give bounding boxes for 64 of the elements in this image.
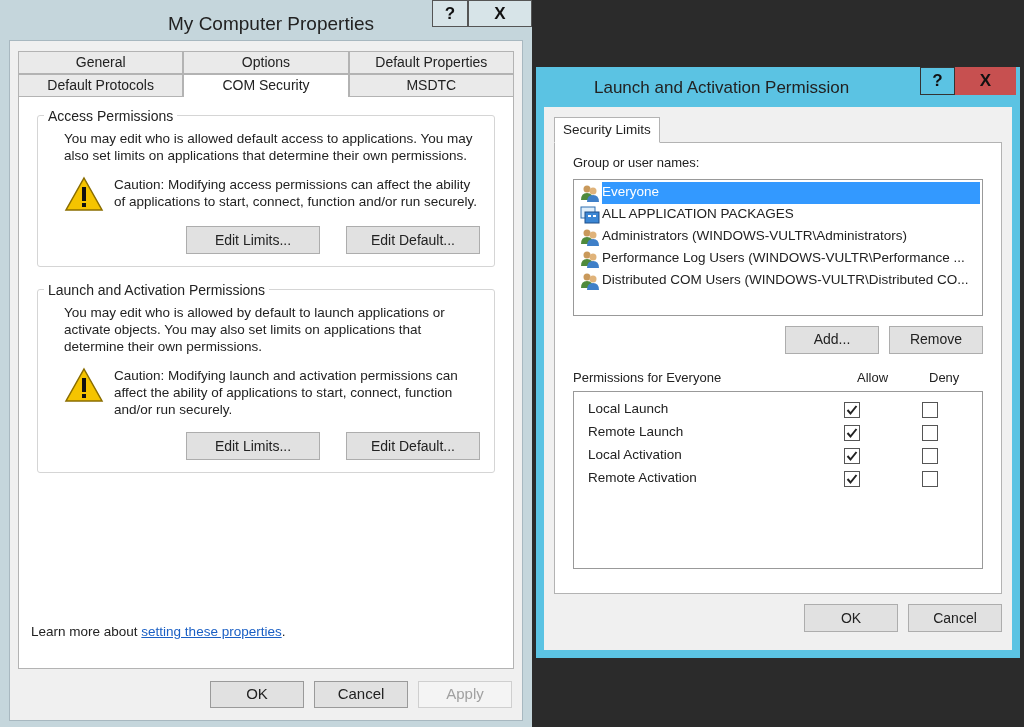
user-name: Distributed COM Users (WINDOWS-VULTR\Distributed CO... (602, 271, 970, 290)
users-icon (580, 249, 600, 268)
close-button[interactable]: X (468, 0, 532, 27)
checkbox[interactable] (844, 447, 860, 464)
user-item[interactable]: Administrators (WINDOWS-VULTR\Administrators) (576, 225, 980, 248)
edit-limits-button[interactable]: Edit Limits... (186, 432, 320, 460)
description-text: You may edit who is allowed by default to launch applications or activate objects. You may also set limits on applications that determine their own permissions. (63, 304, 446, 355)
caution-text: Caution: Modifying access permissions can affect the ability of applications to start, connect, function and/or run securely. (114, 176, 478, 210)
column-header: Deny (929, 368, 961, 387)
cancel-button[interactable]: Cancel (314, 681, 408, 708)
edit-limits-button[interactable]: Edit Limits... (186, 226, 320, 254)
remove-button[interactable]: Remove (889, 325, 983, 354)
checkbox[interactable] (922, 401, 938, 418)
permission-name: Local Launch (588, 400, 670, 419)
users-icon (580, 227, 600, 246)
user-item[interactable]: Distributed COM Users (WINDOWS-VULTR\Distributed CO... (576, 269, 980, 292)
column-header: Allow (857, 368, 890, 387)
users-icon (580, 183, 600, 202)
help-button[interactable]: ? (432, 0, 468, 27)
packages-icon (580, 205, 600, 224)
tab[interactable]: COM Security (183, 74, 349, 97)
checkbox[interactable] (844, 424, 860, 441)
permissions-label: Permissions for Everyone (573, 368, 723, 387)
help-button[interactable]: ? (920, 67, 955, 95)
warning-icon (64, 176, 104, 212)
tab[interactable]: Default Properties (348, 51, 514, 74)
warning-icon (64, 367, 104, 403)
description-text: You may edit who is allowed default access to applications. You may also set limits on applications that determine their own permissions. (63, 130, 474, 164)
caution-text: Caution: Modifying launch and activation permissions can affect the ability of applications to start, connect, function and/or run securely. (114, 367, 459, 418)
cancel-button[interactable]: Cancel (908, 604, 1002, 632)
tab[interactable]: Default Protocols (18, 74, 184, 97)
tab[interactable]: Security Limits (554, 117, 660, 143)
check-icon (846, 472, 858, 485)
edit-default-button[interactable]: Edit Default... (346, 432, 480, 460)
edit-default-button[interactable]: Edit Default... (346, 226, 480, 254)
checkbox[interactable] (922, 470, 938, 487)
close-button[interactable]: X (955, 67, 1016, 95)
user-item[interactable]: ALL APPLICATION PACKAGES (576, 203, 980, 226)
check-icon (846, 449, 858, 462)
permission-name: Remote Launch (588, 423, 685, 442)
user-name: ALL APPLICATION PACKAGES (602, 205, 795, 224)
checkbox[interactable] (844, 470, 860, 487)
add-button[interactable]: Add... (785, 325, 879, 354)
check-icon (846, 426, 858, 439)
user-item[interactable]: Performance Log Users (WINDOWS-VULTR\Performance ... (576, 247, 980, 270)
tab[interactable]: MSDTC (348, 74, 514, 97)
ok-button[interactable]: OK (804, 604, 898, 632)
permission-name: Remote Activation (588, 469, 698, 488)
checkbox[interactable] (922, 447, 938, 464)
permission-name: Local Activation (588, 446, 683, 465)
group-label: Group or user names: (573, 154, 701, 172)
checkbox[interactable] (844, 401, 860, 418)
checkbox[interactable] (922, 424, 938, 441)
user-name: Performance Log Users (WINDOWS-VULTR\Performance ... (602, 249, 966, 268)
users-icon (580, 271, 600, 290)
user-name: Administrators (WINDOWS-VULTR\Administrators) (602, 227, 909, 246)
ok-button[interactable]: OK (210, 681, 304, 708)
window-title: Launch and Activation Permission (594, 77, 850, 100)
tab[interactable]: Options (183, 51, 349, 74)
window-title: My Computer Properties (168, 11, 374, 36)
learn-more-text: Learn more about setting these properties. (31, 622, 287, 641)
check-icon (846, 403, 858, 416)
settings-link[interactable]: setting these properties (141, 623, 282, 639)
tab[interactable]: General (18, 51, 184, 74)
